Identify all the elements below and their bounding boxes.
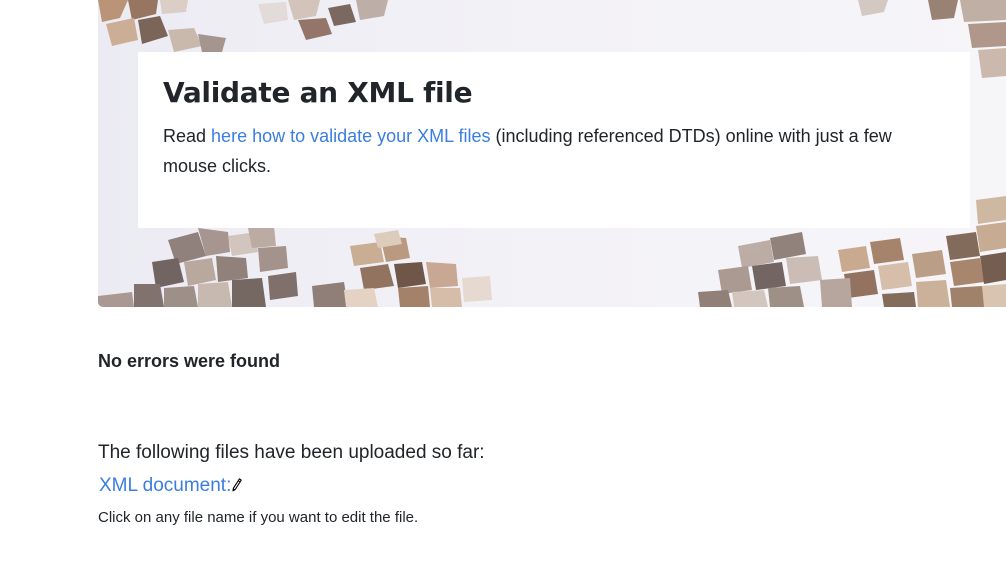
- validation-help-link[interactable]: here how to validate your XML files: [211, 126, 490, 146]
- intro-text: Read here how to validate your XML files…: [163, 121, 945, 181]
- edit-hint-text: Click on any file name if you want to ed…: [98, 509, 419, 526]
- intro-prefix: Read: [163, 126, 212, 146]
- page-title: Validate an XML file: [163, 76, 473, 109]
- file-list-item: XML document:: [99, 473, 243, 498]
- uploaded-files-heading: The following files have been uploaded s…: [98, 442, 485, 463]
- xml-document-link[interactable]: XML document:: [99, 475, 231, 497]
- intro-card: Validate an XML file Read here how to va…: [138, 52, 970, 228]
- pencil-icon[interactable]: [232, 476, 243, 498]
- validation-result: No errors were found: [98, 351, 281, 371]
